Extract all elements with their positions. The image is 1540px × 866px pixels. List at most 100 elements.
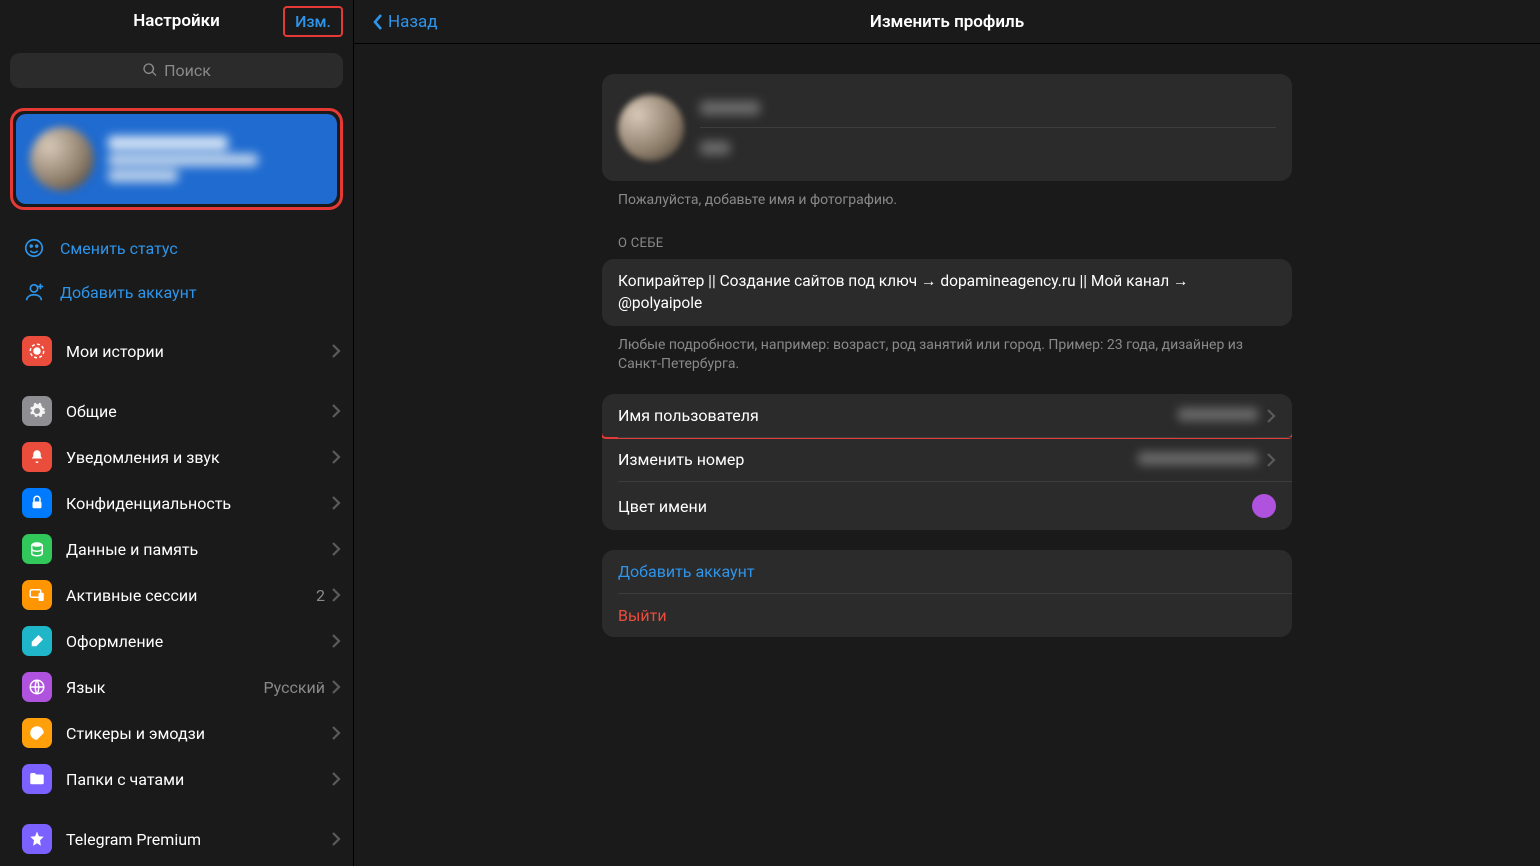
account-actions: Сменить статус Добавить аккаунт [0,220,353,324]
item-label: Стикеры и эмодзи [66,724,331,743]
name-hint: Пожалуйста, добавьте имя и фотографию. [602,181,1292,210]
item-value: 2 [316,586,325,605]
bio-input[interactable]: Копирайтер || Создание сайтов под ключ →… [602,259,1292,326]
name-color-row[interactable]: Цвет имени [602,482,1292,530]
sidebar-item-sessions[interactable]: Активные сессии 2 [0,572,353,618]
sidebar-title: Настройки [133,11,220,31]
sidebar-item-folders[interactable]: Папки с чатами [0,756,353,802]
avatar [30,127,94,191]
back-button[interactable]: Назад [354,12,456,32]
main-header: Назад Изменить профиль [354,0,1540,44]
stories-icon [22,336,52,366]
name-card [602,74,1292,181]
chevron-right-icon [331,403,341,419]
chevron-right-icon [331,449,341,465]
bio-card: Копирайтер || Создание сайтов под ключ →… [602,259,1292,326]
sidebar: Настройки Изм. Поиск Сменить статус Доба… [0,0,354,866]
highlight-edit: Изм. [283,6,343,37]
chevron-right-icon [331,541,341,557]
devices-icon [22,580,52,610]
add-account-label: Добавить аккаунт [60,283,197,302]
emoji-status-icon [22,236,46,260]
item-label: Активные сессии [66,586,316,605]
sidebar-item-language[interactable]: Язык Русский [0,664,353,710]
item-label: Общие [66,402,331,421]
chevron-right-icon [331,831,341,847]
edit-button[interactable]: Изм. [295,12,331,31]
sidebar-item-premium[interactable]: Telegram Premium [0,816,353,862]
sidebar-header: Настройки Изм. [0,0,353,43]
item-label: Оформление [66,632,331,651]
content: Пожалуйста, добавьте имя и фотографию. О… [602,74,1292,836]
sidebar-item-privacy[interactable]: Конфиденциальность [0,480,353,526]
chevron-left-icon [372,13,384,31]
change-status-button[interactable]: Сменить статус [0,226,353,270]
sidebar-item-data[interactable]: Данные и память [0,526,353,572]
phone-label: Изменить номер [618,450,1138,469]
highlight-profile [10,108,343,210]
sidebar-item-stickers[interactable]: Стикеры и эмодзи [0,710,353,756]
item-value: Русский [263,678,325,697]
chevron-right-icon [331,587,341,603]
name-color-label: Цвет имени [618,497,1252,516]
folder-icon [22,764,52,794]
chevron-right-icon [331,771,341,787]
profile-card[interactable] [16,114,337,204]
avatar[interactable] [618,95,684,161]
username-row[interactable]: Имя пользователя [602,394,1292,439]
item-label: Папки с чатами [66,770,331,789]
sidebar-item-notifications[interactable]: Уведомления и звук [0,434,353,480]
item-label: Конфиденциальность [66,494,331,513]
main-body: Пожалуйста, добавьте имя и фотографию. О… [354,44,1540,866]
last-name-input[interactable] [700,128,1276,167]
item-label: Мои истории [66,342,331,361]
chevron-right-icon [1266,452,1276,468]
sidebar-item-stories[interactable]: Мои истории [0,328,353,374]
first-name-input[interactable] [700,88,1276,127]
search-placeholder: Поиск [164,61,211,80]
gear-icon [22,396,52,426]
change-status-label: Сменить статус [60,239,178,258]
chevron-right-icon [331,343,341,359]
sidebar-item-general[interactable]: Общие [0,388,353,434]
page-title: Изменить профиль [354,12,1540,32]
username-label: Имя пользователя [618,406,1178,425]
logout-label: Выйти [618,606,667,625]
search-icon [142,62,158,78]
bell-icon [22,442,52,472]
account-actions-card: Добавить аккаунт Выйти [602,550,1292,637]
chevron-right-icon [331,633,341,649]
star-icon [22,824,52,854]
add-user-icon [22,280,46,304]
sidebar-item-appearance[interactable]: Оформление [0,618,353,664]
chevron-right-icon [331,495,341,511]
phone-value-blurred [1138,450,1258,469]
logout-row[interactable]: Выйти [602,594,1292,637]
globe-icon [22,672,52,702]
bio-hint: Любые подробности, например: возраст, ро… [602,326,1292,374]
back-label: Назад [388,12,438,32]
search-input[interactable]: Поиск [10,53,343,88]
item-label: Язык [66,678,263,697]
lock-icon [22,488,52,518]
main-panel: Назад Изменить профиль Пожалуйста, добав… [354,0,1540,866]
database-icon [22,534,52,564]
name-color-swatch [1252,494,1276,518]
phone-row[interactable]: Изменить номер [602,438,1292,481]
add-account-label: Добавить аккаунт [618,562,755,581]
chevron-right-icon [331,679,341,695]
chevron-right-icon [1266,408,1276,424]
item-label: Данные и память [66,540,331,559]
profile-info-blurred [108,136,323,182]
sticker-icon [22,718,52,748]
chevron-right-icon [331,725,341,741]
add-account-row[interactable]: Добавить аккаунт [602,550,1292,593]
username-value-blurred [1178,406,1258,425]
brush-icon [22,626,52,656]
item-label: Уведомления и звук [66,448,331,467]
settings-list: Мои истории Общие Уведомления и звук Кон… [0,324,353,866]
account-settings-card: Имя пользователя Изменить номер Цвет име… [602,394,1292,530]
item-label: Telegram Premium [66,830,331,849]
add-account-button[interactable]: Добавить аккаунт [0,270,353,314]
about-section-title: О СЕБЕ [602,210,1292,259]
